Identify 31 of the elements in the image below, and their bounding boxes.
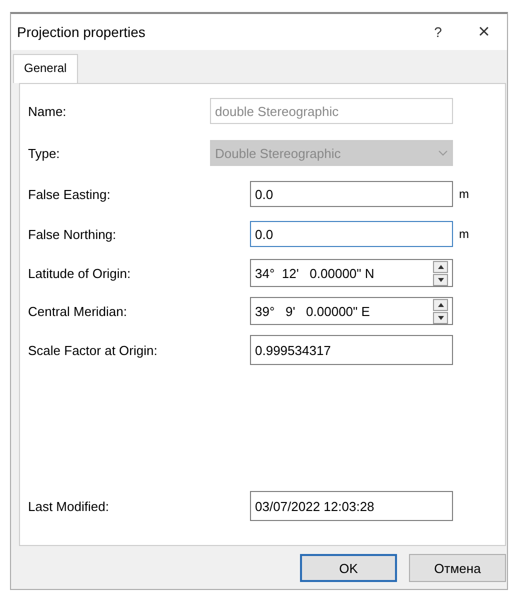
field-label: Last Modified: [27,498,110,514]
spin-down-button[interactable] [433,312,448,324]
field-label: Central Meridian: [27,304,128,318]
unit-label: m [459,187,469,201]
spin-down-button[interactable] [433,274,448,286]
dialog-button[interactable]: OK [300,554,397,582]
spin-up-button[interactable] [433,298,448,310]
dialog-button[interactable]: Отмена [409,554,506,582]
help-button[interactable]: ? [415,24,461,40]
field-label: Scale Factor at Origin: [27,342,158,358]
field-label: Name: [27,104,68,118]
close-button[interactable]: × [461,20,507,44]
down-arrow-icon [438,278,444,282]
window-title: Projection properties [17,24,146,40]
date-field: 03/07/2022 12:03:28 [250,491,453,521]
input-field[interactable]: 0.0 [250,181,453,207]
up-arrow-icon [438,302,444,306]
input-field[interactable]: 0.0 [250,221,453,247]
field-label: False Northing: [27,226,118,242]
spin-up-button[interactable] [433,260,448,272]
spin-field[interactable]: 34° 12' 0.00000" N [250,259,453,287]
unit-label: m [459,227,469,241]
down-arrow-icon [438,316,444,320]
field-label: Type: [27,146,61,160]
field-label: Latitude of Origin: [27,266,132,280]
spin-field[interactable]: 39° 9' 0.00000" E [250,297,453,325]
tab[interactable]: General [13,54,78,83]
field-label: False Easting: [27,186,112,202]
chevron-down-icon [438,150,448,156]
up-arrow-icon [438,264,444,268]
input-field[interactable]: 0.999534317 [250,335,453,365]
